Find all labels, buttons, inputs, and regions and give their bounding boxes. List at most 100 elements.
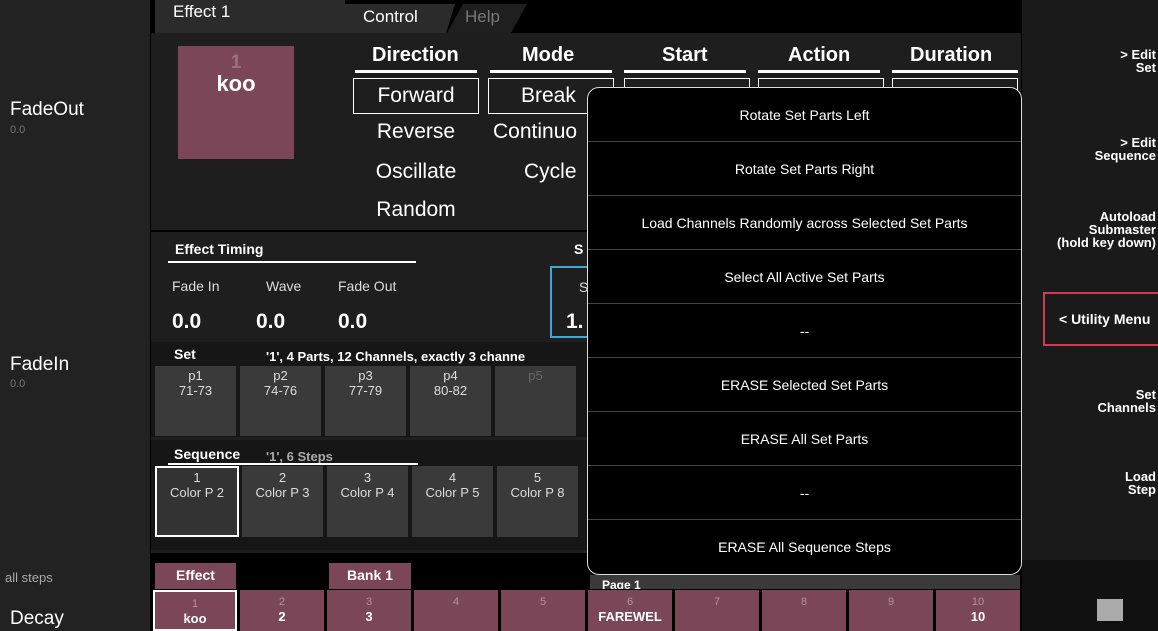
direction-underline bbox=[355, 70, 477, 73]
bank-cell-1[interactable]: 1 koo bbox=[153, 590, 237, 631]
bank-cell-7[interactable]: 7 bbox=[675, 590, 759, 631]
s-title: S bbox=[574, 241, 584, 257]
page-tab[interactable]: Page 1 bbox=[590, 575, 1020, 589]
tab-help[interactable]: Help bbox=[447, 4, 527, 33]
set-part-name: p3 bbox=[358, 368, 373, 383]
direction-reverse[interactable]: Reverse bbox=[353, 120, 479, 144]
menu-item-erase-all-parts[interactable]: ERASE All Set Parts bbox=[588, 412, 1021, 466]
fadein-label[interactable]: FadeIn bbox=[10, 354, 69, 376]
set-part-range: 77-79 bbox=[348, 383, 383, 398]
bank-cell-4[interactable]: 4 bbox=[414, 590, 498, 631]
wave-value[interactable]: 0.0 bbox=[256, 310, 285, 334]
menu-item-rotate-right[interactable]: Rotate Set Parts Right bbox=[588, 142, 1021, 196]
load-step-button[interactable]: Load Step bbox=[1125, 470, 1156, 496]
mode-continuous[interactable]: Continuo bbox=[493, 120, 589, 144]
edit-set-button[interactable]: > Edit Set bbox=[1120, 48, 1156, 74]
direction-oscillate[interactable]: Oscillate bbox=[353, 160, 479, 184]
fade-out-label: Fade Out bbox=[338, 278, 397, 294]
mode-header: Mode bbox=[522, 44, 575, 66]
bank-tab[interactable]: Bank 1 bbox=[329, 563, 411, 589]
tab-effect[interactable]: Effect 1 bbox=[155, 0, 345, 33]
menu-item-rotate-left[interactable]: Rotate Set Parts Left bbox=[588, 88, 1021, 142]
sequence-step-5[interactable]: 5 Color P 8 bbox=[497, 466, 578, 537]
effect-timing-underline bbox=[168, 261, 416, 263]
bank-cell-3[interactable]: 3 3 bbox=[327, 590, 411, 631]
start-header: Start bbox=[662, 44, 708, 66]
bank-cell-value: koo bbox=[183, 611, 207, 626]
bank-cell-number: 1 bbox=[191, 598, 199, 610]
bank-cell-value: FAREWEL bbox=[598, 609, 662, 624]
autoload-submaster-button[interactable]: Autoload Submaster (hold key down) bbox=[1057, 210, 1156, 249]
step-label: Color P 3 bbox=[255, 485, 310, 500]
step-number: 3 bbox=[363, 470, 372, 485]
mode-underline bbox=[490, 70, 612, 73]
sequence-step-1[interactable]: 1 Color P 2 bbox=[155, 466, 239, 537]
menu-item-erase-selected-parts[interactable]: ERASE Selected Set Parts bbox=[588, 358, 1021, 412]
bank-cell-5[interactable]: 5 bbox=[501, 590, 585, 631]
set-part-p1[interactable]: p1 71-73 bbox=[155, 366, 236, 436]
effect-tile[interactable]: 1 koo bbox=[178, 46, 294, 159]
bank-cell-number: 2 bbox=[278, 596, 286, 608]
bank-cell-9[interactable]: 9 bbox=[849, 590, 933, 631]
fade-out-value[interactable]: 0.0 bbox=[338, 310, 367, 334]
set-channels-button[interactable]: Set Channels bbox=[1097, 388, 1156, 414]
bank-cell-8[interactable]: 8 bbox=[762, 590, 846, 631]
sequence-underline bbox=[168, 463, 418, 465]
step-label: Color P 5 bbox=[425, 485, 480, 500]
set-part-name: p4 bbox=[443, 368, 458, 383]
fadeout-label[interactable]: FadeOut bbox=[10, 99, 84, 121]
start-underline bbox=[624, 70, 746, 73]
bank-cell-number: 10 bbox=[971, 596, 985, 608]
duration-header: Duration bbox=[910, 44, 993, 66]
set-part-name: p1 bbox=[188, 368, 203, 383]
bank-cell-number: 9 bbox=[887, 596, 895, 608]
set-part-name: p2 bbox=[273, 368, 288, 383]
right-bottom-area bbox=[1022, 560, 1158, 631]
bank-cell-6[interactable]: 6 FAREWEL bbox=[588, 590, 672, 631]
sequence-step-4[interactable]: 4 Color P 5 bbox=[412, 466, 493, 537]
step-number: 5 bbox=[533, 470, 542, 485]
menu-item-erase-all-steps[interactable]: ERASE All Sequence Steps bbox=[588, 520, 1021, 574]
effect-timing-title: Effect Timing bbox=[175, 241, 264, 257]
set-part-p5[interactable]: p5 bbox=[495, 366, 576, 436]
set-info: '1', 4 Parts, 12 Channels, exactly 3 cha… bbox=[266, 349, 526, 364]
bank-cell-number: 5 bbox=[539, 596, 547, 608]
all-steps-label: all steps bbox=[5, 570, 53, 585]
bank-cell-10[interactable]: 10 10 bbox=[936, 590, 1020, 631]
utility-menu-button[interactable]: < Utility Menu bbox=[1043, 292, 1158, 346]
direction-forward[interactable]: Forward bbox=[353, 78, 479, 114]
bank-cell-value: 3 bbox=[365, 609, 373, 624]
decay-label[interactable]: Decay bbox=[10, 608, 64, 630]
fadeout-value: 0.0 bbox=[10, 124, 26, 136]
sequence-info: '1', 6 Steps bbox=[266, 449, 333, 464]
set-part-range: 74-76 bbox=[263, 383, 298, 398]
mode-cycle[interactable]: Cycle bbox=[524, 160, 577, 184]
s-value: 1. bbox=[566, 310, 584, 333]
action-header: Action bbox=[788, 44, 851, 66]
sequence-step-3[interactable]: 3 Color P 4 bbox=[327, 466, 408, 537]
fadein-value: 0.0 bbox=[10, 378, 26, 390]
edit-sequence-button[interactable]: > Edit Sequence bbox=[1095, 136, 1156, 162]
menu-item-load-randomly[interactable]: Load Channels Randomly across Selected S… bbox=[588, 196, 1021, 250]
set-part-range: 80-82 bbox=[433, 383, 468, 398]
set-part-range: 71-73 bbox=[178, 383, 213, 398]
bank-cell-number: 4 bbox=[452, 596, 460, 608]
utility-popup-menu: Rotate Set Parts Left Rotate Set Parts R… bbox=[587, 87, 1022, 575]
set-part-p4[interactable]: p4 80-82 bbox=[410, 366, 491, 436]
step-number: 2 bbox=[278, 470, 287, 485]
menu-item-select-all-active[interactable]: Select All Active Set Parts bbox=[588, 250, 1021, 304]
fade-in-value[interactable]: 0.0 bbox=[172, 310, 201, 334]
effect-bottom-tab[interactable]: Effect bbox=[155, 563, 236, 589]
bank-cell-2[interactable]: 2 2 bbox=[240, 590, 324, 631]
direction-random[interactable]: Random bbox=[353, 198, 479, 222]
set-part-p3[interactable]: p3 77-79 bbox=[325, 366, 406, 436]
stop-square-icon[interactable] bbox=[1097, 599, 1123, 621]
set-title: Set bbox=[174, 346, 196, 362]
tab-control[interactable]: Control bbox=[345, 4, 455, 33]
set-part-p2[interactable]: p2 74-76 bbox=[240, 366, 321, 436]
step-number: 4 bbox=[448, 470, 457, 485]
sequence-step-2[interactable]: 2 Color P 3 bbox=[242, 466, 323, 537]
sequence-title: Sequence bbox=[174, 446, 241, 462]
step-label: Color P 8 bbox=[510, 485, 565, 500]
s-selected-box[interactable]: S 1. bbox=[550, 266, 590, 338]
